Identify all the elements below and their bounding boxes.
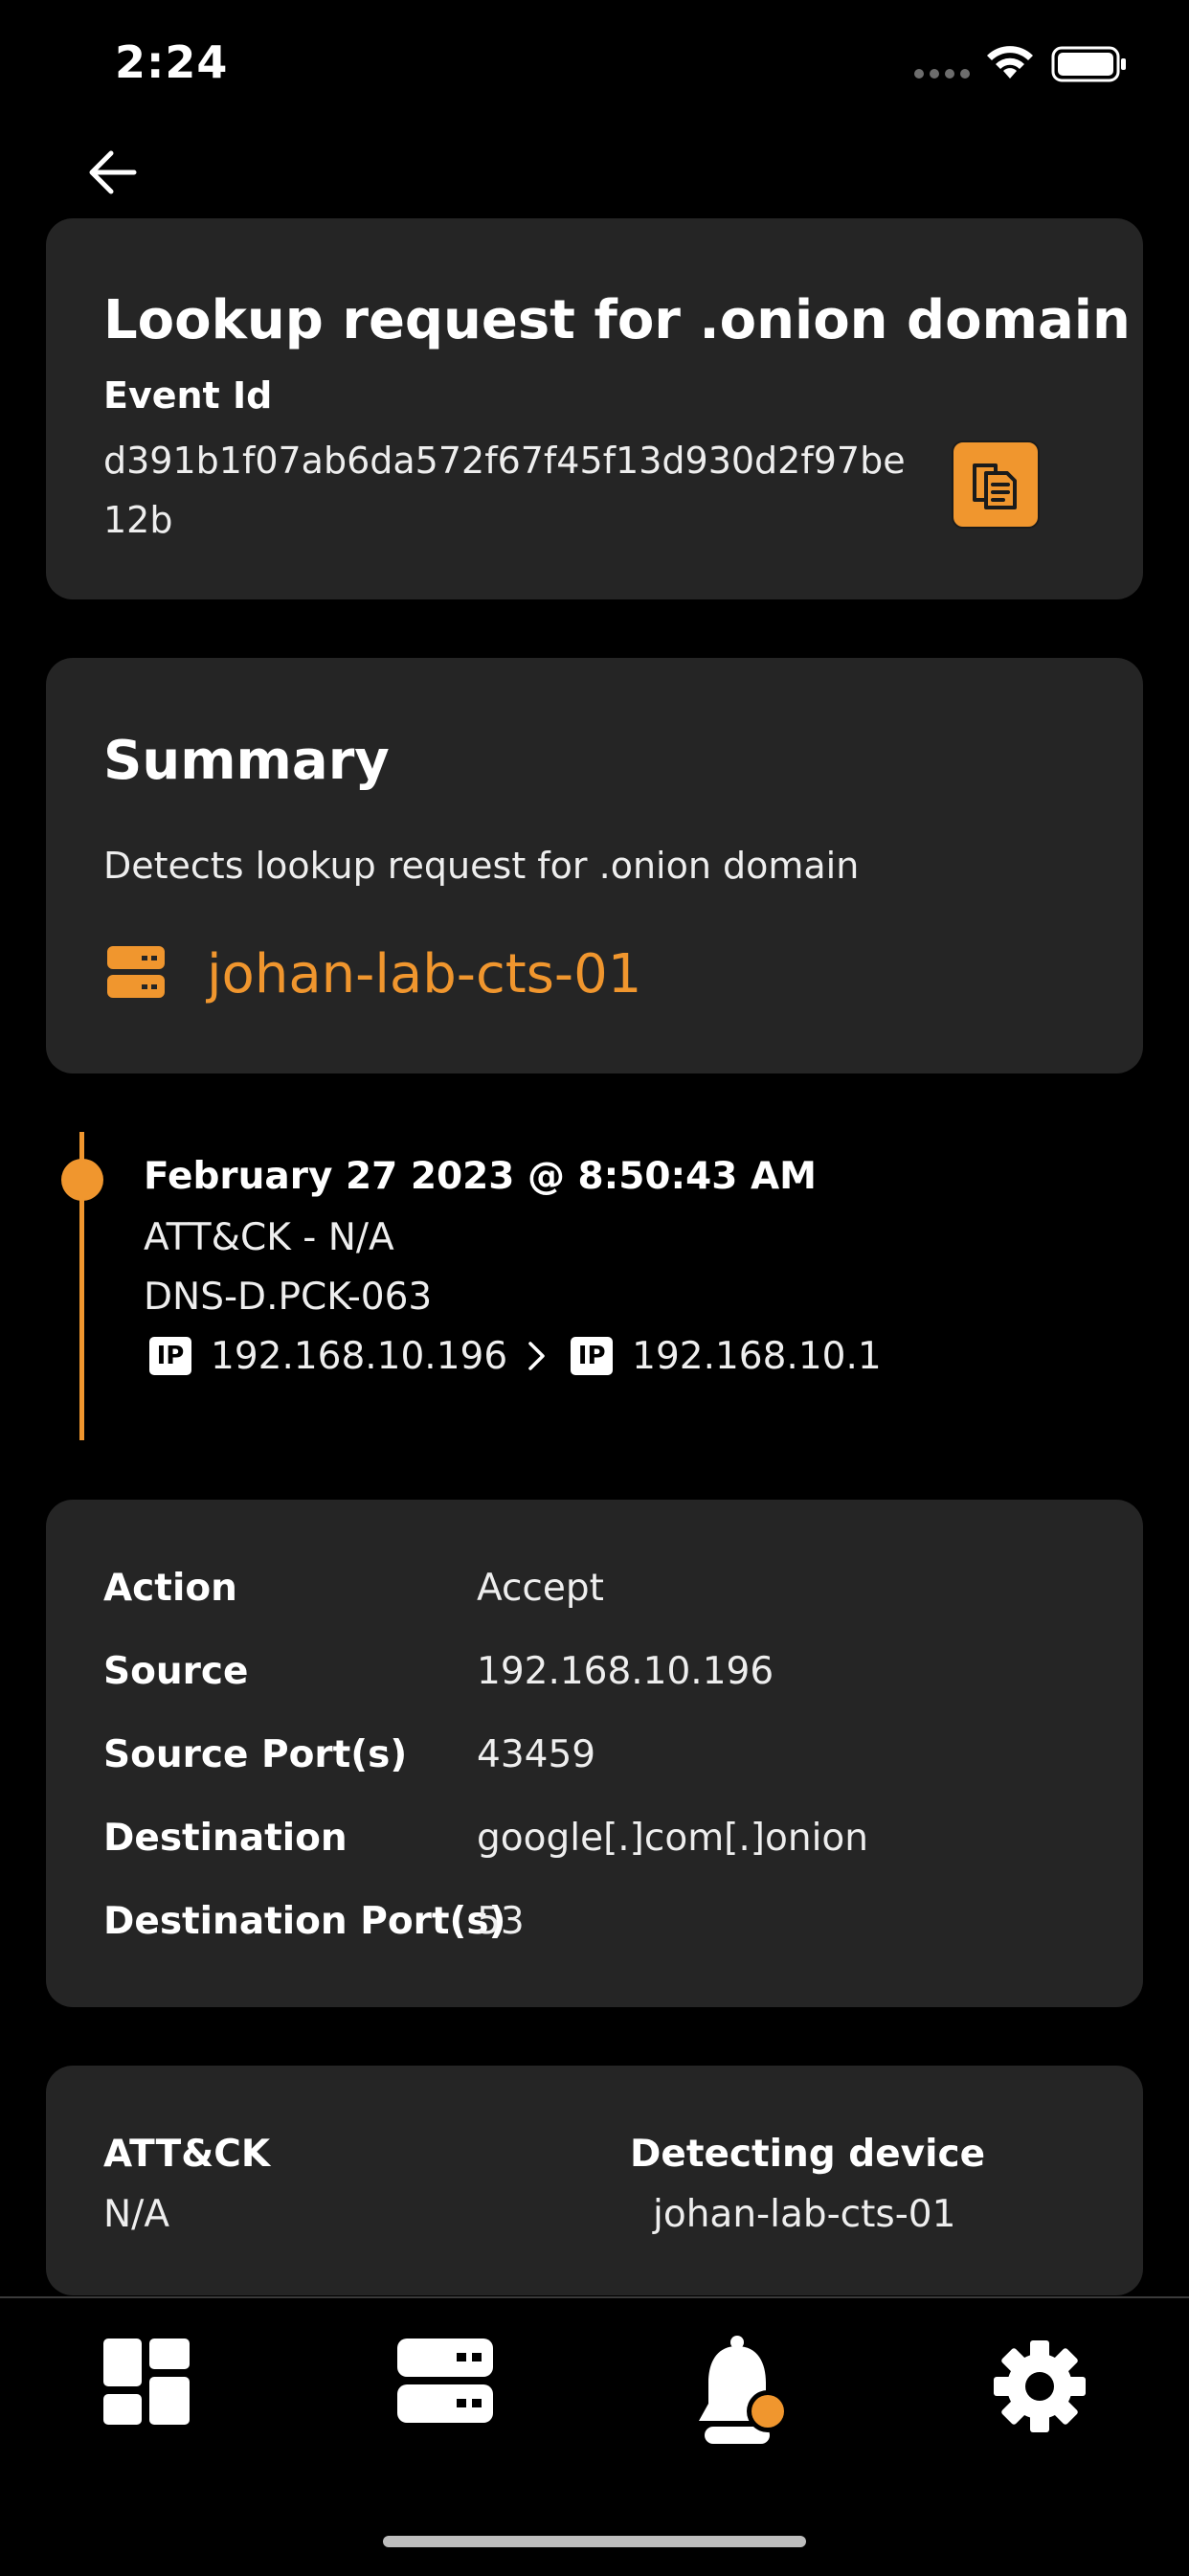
detecting-device-label: Detecting device: [630, 2133, 986, 2176]
timeline-rule-id: DNS-D.PCK-063: [144, 1276, 433, 1319]
back-button[interactable]: [84, 144, 146, 201]
event-header-card: Lookup request for .onion domain Event I…: [46, 218, 1143, 599]
tab-dashboard[interactable]: [103, 2339, 190, 2429]
attck-value: N/A: [103, 2193, 169, 2236]
status-bar: 2:24: [0, 0, 1189, 134]
meta-card: ATT&CK N/A Detecting device johan-lab-ct…: [46, 2066, 1143, 2295]
source-label: Source: [103, 1650, 249, 1693]
copy-icon: [973, 463, 1017, 509]
timeline-attck: ATT&CK - N/A: [144, 1216, 394, 1259]
server-icon: [107, 946, 165, 998]
arrow-left-icon: [89, 150, 137, 194]
details-card: Action Accept Source 192.168.10.196 Sour…: [46, 1500, 1143, 2007]
destination-port-label: Destination Port(s): [103, 1900, 506, 1943]
ip-badge-icon: IP: [149, 1337, 191, 1375]
dashboard-icon: [103, 2339, 190, 2425]
copy-button[interactable]: [952, 441, 1040, 529]
gear-icon: [994, 2340, 1086, 2432]
chevron-right-icon: [528, 1342, 545, 1370]
source-port-label: Source Port(s): [103, 1733, 408, 1776]
status-time: 2:24: [115, 36, 229, 88]
detecting-device-value: johan-lab-cts-01: [653, 2193, 956, 2236]
wifi-icon: [987, 46, 1033, 79]
source-value: 192.168.10.196: [477, 1650, 774, 1693]
event-id-value: d391b1f07ab6da572f67f45f13d930d2f97be12b: [103, 440, 906, 541]
action-value: Accept: [477, 1567, 604, 1610]
cellular-signal-icon: [914, 69, 970, 79]
timeline-dot: [61, 1159, 103, 1201]
battery-icon: [1051, 46, 1126, 82]
tab-settings[interactable]: [992, 2339, 1088, 2438]
server-icon: [397, 2339, 493, 2423]
summary-description: Detects lookup request for .onion domain: [103, 845, 860, 887]
tab-alerts[interactable]: [697, 2335, 793, 2459]
bell-icon: [699, 2336, 789, 2444]
summary-title: Summary: [103, 730, 390, 792]
action-label: Action: [103, 1567, 237, 1610]
ip-badge-icon: IP: [571, 1337, 614, 1375]
attck-label: ATT&CK: [103, 2133, 271, 2176]
event-title: Lookup request for .onion domain: [103, 289, 1131, 351]
destination-port-value: 53: [477, 1900, 525, 1943]
home-indicator: [383, 2536, 806, 2547]
event-id-label: Event Id: [103, 374, 273, 417]
summary-card: Summary Detects lookup request for .onio…: [46, 658, 1143, 1073]
tab-bar: [0, 2296, 1189, 2576]
source-port-value: 43459: [477, 1733, 596, 1776]
timeline-date: February 27 2023 @ 8:50:43 AM: [144, 1155, 817, 1198]
device-link[interactable]: johan-lab-cts-01: [207, 943, 641, 1006]
tab-devices[interactable]: [397, 2339, 493, 2427]
destination-value: google[.]com[.]onion: [477, 1817, 869, 1860]
ip-flow: IP 192.168.10.196 IP 192.168.10.1: [149, 1331, 882, 1381]
destination-label: Destination: [103, 1817, 348, 1860]
destination-ip: 192.168.10.1: [632, 1334, 882, 1378]
source-ip: 192.168.10.196: [211, 1334, 508, 1378]
